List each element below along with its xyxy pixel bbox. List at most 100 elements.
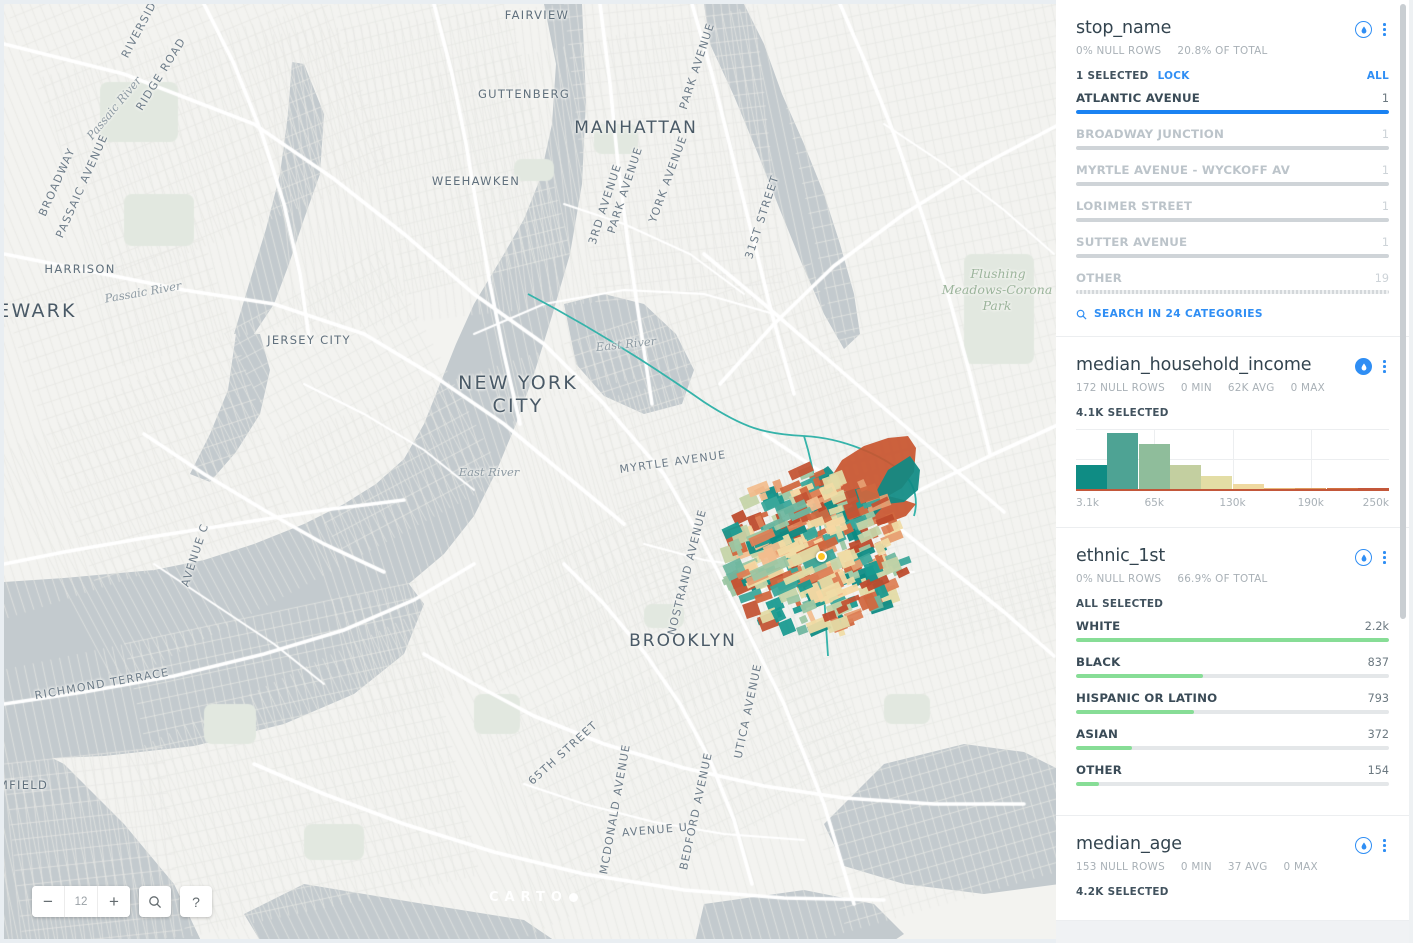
selection-row[interactable]: ALL SELECTED: [1076, 598, 1389, 610]
histogram-bar[interactable]: [1201, 476, 1233, 489]
lock-button[interactable]: LOCK: [1158, 70, 1190, 82]
category-bar[interactable]: [1076, 710, 1389, 714]
category-name: SUTTER AVENUE: [1076, 235, 1188, 249]
category-list[interactable]: WHITE 2.2k BLACK 837 HISPANIC OR LATINO 793 AS…: [1076, 619, 1389, 786]
category-row[interactable]: BLACK 837: [1076, 655, 1389, 678]
widget-title: median_household_income: [1076, 355, 1312, 375]
widget-stats: 153 NULL ROWS 0 MIN 37 AVG 0 MAX: [1076, 861, 1389, 873]
water-drop-icon[interactable]: [1355, 549, 1373, 566]
water-drop-icon[interactable]: [1355, 21, 1373, 38]
category-name: OTHER: [1076, 763, 1123, 777]
zoom-in-button[interactable]: +: [98, 886, 130, 917]
water-drop-icon[interactable]: [1355, 358, 1373, 375]
widget-median_age[interactable]: median_age 153 NULL ROWS 0 MIN 37 AVG 0 MAX 4…: [1056, 816, 1409, 921]
category-value: 1: [1381, 236, 1389, 249]
widget-stat: 153 NULL ROWS: [1076, 861, 1165, 873]
histogram-bar[interactable]: [1076, 465, 1107, 489]
axis-tick-label: 250k: [1362, 497, 1389, 509]
widget-header-icons[interactable]: [1355, 834, 1389, 854]
category-value: 1: [1381, 128, 1389, 141]
category-bar[interactable]: [1076, 746, 1389, 750]
zoom-out-button[interactable]: −: [32, 886, 64, 917]
histogram-bars[interactable]: [1076, 429, 1389, 491]
map-help-button[interactable]: ?: [180, 886, 212, 917]
category-bar[interactable]: [1076, 146, 1389, 150]
histogram-bar[interactable]: [1232, 483, 1264, 489]
water-drop-glyph: [1361, 554, 1367, 562]
zoom-control-group[interactable]: − 12 +: [32, 886, 130, 917]
kebab-menu-icon[interactable]: [1380, 21, 1389, 37]
category-row[interactable]: LORIMER STREET 1: [1076, 199, 1389, 222]
histogram-axis: 3.1k 65k 130k 190k 250k: [1076, 497, 1389, 511]
widget-header-icons[interactable]: [1355, 546, 1389, 566]
category-name: ATLANTIC AVENUE: [1076, 91, 1201, 105]
category-value: 1: [1381, 92, 1389, 105]
category-list[interactable]: ATLANTIC AVENUE 1 BROADWAY JUNCTION 1 MYRTLE…: [1076, 91, 1389, 294]
water-drop-glyph: [1361, 842, 1367, 850]
widgets-sidebar[interactable]: stop_name 0% NULL ROWS 20.8% OF TOTAL 1 SEL…: [1056, 0, 1409, 943]
widget-stat: 0 MAX: [1290, 382, 1325, 394]
category-bar[interactable]: [1076, 638, 1389, 642]
category-name: OTHER: [1076, 271, 1123, 285]
histogram-chart[interactable]: 3.1k 65k 130k 190k 250k: [1076, 429, 1389, 511]
kebab-menu-icon[interactable]: [1380, 549, 1389, 565]
histogram-bar[interactable]: [1107, 432, 1139, 489]
category-row[interactable]: SUTTER AVENUE 1: [1076, 235, 1389, 258]
widget-header-icons[interactable]: [1355, 355, 1389, 375]
category-row[interactable]: ASIAN 372: [1076, 727, 1389, 750]
water-drop-icon[interactable]: [1355, 837, 1373, 854]
kebab-menu-icon[interactable]: [1380, 837, 1389, 853]
widget-stat: 66.9% OF TOTAL: [1177, 573, 1268, 585]
category-row[interactable]: OTHER 154: [1076, 763, 1389, 786]
map-street-grid: [4, 4, 1056, 939]
kebab-menu-icon[interactable]: [1380, 358, 1389, 374]
category-bar[interactable]: [1076, 674, 1389, 678]
category-row[interactable]: OTHER 19: [1076, 271, 1389, 294]
axis-tick-label: 130k: [1219, 497, 1246, 509]
histogram-bar[interactable]: [1358, 488, 1389, 489]
widget-title: stop_name: [1076, 18, 1172, 38]
widget-stat: 62K AVG: [1227, 382, 1275, 394]
category-bar[interactable]: [1076, 182, 1389, 186]
water-drop-glyph: [1361, 363, 1367, 371]
selection-row[interactable]: 1 SELECTED LOCK ALL: [1076, 70, 1389, 82]
category-name: HISPANIC OR LATINO: [1076, 691, 1218, 705]
select-all-button[interactable]: ALL: [1367, 70, 1389, 82]
category-row[interactable]: BROADWAY JUNCTION 1: [1076, 127, 1389, 150]
category-bar[interactable]: [1076, 782, 1389, 786]
widget-stat: 20.8% OF TOTAL: [1177, 45, 1268, 57]
histogram-bar[interactable]: [1326, 488, 1358, 489]
category-row[interactable]: MYRTLE AVENUE - WYCKOFF AV 1: [1076, 163, 1389, 186]
sidebar-scrollbar[interactable]: [1400, 4, 1406, 619]
category-name: BROADWAY JUNCTION: [1076, 127, 1225, 141]
widget-ethnic_1st[interactable]: ethnic_1st 0% NULL ROWS 66.9% OF TOTAL ALL …: [1056, 528, 1409, 816]
category-bar[interactable]: [1076, 110, 1389, 114]
selection-count: 1 SELECTED: [1076, 70, 1149, 82]
category-row[interactable]: ATLANTIC AVENUE 1: [1076, 91, 1389, 114]
widget-stop_name[interactable]: stop_name 0% NULL ROWS 20.8% OF TOTAL 1 SEL…: [1056, 0, 1409, 337]
histogram-bar[interactable]: [1170, 465, 1201, 489]
histogram-bar[interactable]: [1138, 443, 1170, 489]
search-categories-button[interactable]: SEARCH IN 24 CATEGORIES: [1076, 308, 1389, 320]
category-bar[interactable]: [1076, 218, 1389, 222]
histogram-bar[interactable]: [1264, 487, 1295, 489]
selected-stop-marker[interactable]: [816, 551, 827, 562]
category-bar[interactable]: [1076, 254, 1389, 258]
category-row[interactable]: WHITE 2.2k: [1076, 619, 1389, 642]
histogram-bar[interactable]: [1295, 488, 1327, 489]
category-value: 793: [1367, 692, 1389, 705]
widget-median_household_income[interactable]: median_household_income 172 NULL ROWS 0 MI…: [1056, 337, 1409, 528]
map-canvas[interactable]: FAIRVIEW RIVERSIDE RIDGE ROAD GUTTENBERG MAN…: [0, 0, 1056, 943]
category-row[interactable]: HISPANIC OR LATINO 793: [1076, 691, 1389, 714]
widget-title: ethnic_1st: [1076, 546, 1166, 566]
widget-stat: 0 MIN: [1180, 382, 1212, 394]
axis-tick-label: 190k: [1297, 497, 1324, 509]
widget-header-icons[interactable]: [1355, 18, 1389, 38]
category-bar[interactable]: [1076, 290, 1389, 294]
widget-stat: 0% NULL ROWS: [1076, 45, 1162, 57]
search-icon: [149, 895, 162, 908]
category-name: LORIMER STREET: [1076, 199, 1193, 213]
map-search-button[interactable]: [139, 886, 171, 917]
widget-stat: 0 MAX: [1283, 861, 1318, 873]
category-value: 1: [1381, 164, 1389, 177]
